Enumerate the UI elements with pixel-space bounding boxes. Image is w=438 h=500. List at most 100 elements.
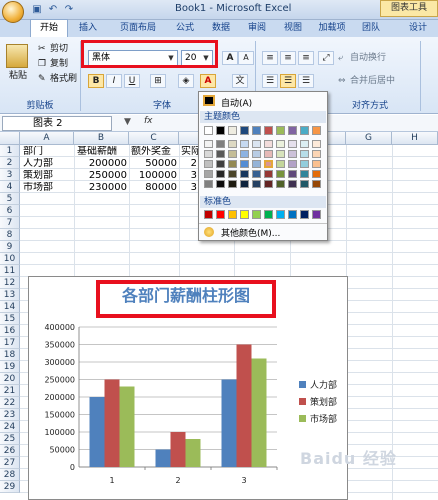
theme-shade-swatch[interactable] [264, 160, 273, 168]
theme-shade-swatch[interactable] [300, 170, 309, 178]
standard-color-swatch[interactable] [300, 210, 309, 219]
tab-formulas[interactable]: 公式 [168, 20, 202, 37]
cut-icon[interactable]: ✂ [38, 43, 46, 56]
tab-page-layout[interactable]: 页面布局 [108, 20, 168, 37]
standard-color-swatch[interactable] [228, 210, 237, 219]
row-header[interactable]: 5 [0, 193, 20, 205]
name-box[interactable]: 图表 2 [2, 116, 112, 131]
theme-color-swatch[interactable] [204, 126, 213, 135]
theme-shade-swatch[interactable] [288, 140, 297, 148]
name-box-dropdown-icon[interactable]: ▼ [124, 117, 131, 127]
theme-shade-swatch[interactable] [252, 170, 261, 178]
theme-color-swatch[interactable] [228, 126, 237, 135]
cell-c4[interactable]: 80000 [129, 182, 179, 194]
cell-c3[interactable]: 100000 [129, 170, 179, 182]
theme-shade-swatch[interactable] [300, 180, 309, 188]
column-header[interactable]: G [346, 132, 392, 145]
theme-shade-swatch[interactable] [312, 140, 321, 148]
row-header[interactable]: 29 [0, 481, 20, 493]
cell-b2[interactable]: 200000 [74, 158, 129, 170]
row-header[interactable]: 16 [0, 325, 20, 337]
standard-color-swatch[interactable] [264, 210, 273, 219]
phonetic-icon[interactable]: 文 [232, 74, 248, 88]
theme-shade-swatch[interactable] [204, 140, 213, 148]
theme-shade-swatch[interactable] [204, 160, 213, 168]
theme-shade-swatch[interactable] [228, 150, 237, 158]
cell-a2[interactable]: 人力部 [23, 158, 73, 170]
cell-b3[interactable]: 250000 [74, 170, 129, 182]
fill-color-icon[interactable]: ◈ [178, 74, 194, 88]
theme-shade-swatch[interactable] [288, 170, 297, 178]
cut-button[interactable]: 剪切 [50, 43, 68, 56]
theme-shade-swatch[interactable] [204, 170, 213, 178]
row-header[interactable]: 23 [0, 409, 20, 421]
theme-shade-swatch[interactable] [264, 150, 273, 158]
orientation-icon[interactable]: ⤢ [318, 51, 334, 65]
font-color-button[interactable]: A [200, 74, 216, 88]
tab-team[interactable]: 团队 [354, 20, 388, 37]
theme-shade-swatch[interactable] [300, 140, 309, 148]
align-right-icon[interactable]: ☰ [298, 74, 314, 88]
standard-color-swatch[interactable] [240, 210, 249, 219]
cell-b1[interactable]: 基础薪酬 [77, 146, 129, 158]
row-header[interactable]: 3 [0, 169, 20, 181]
theme-shade-swatch[interactable] [240, 140, 249, 148]
theme-shade-swatch[interactable] [252, 150, 261, 158]
theme-color-swatch[interactable] [216, 126, 225, 135]
row-header[interactable]: 15 [0, 313, 20, 325]
cell-c2[interactable]: 50000 [129, 158, 179, 170]
theme-shade-swatch[interactable] [228, 140, 237, 148]
row-header[interactable]: 8 [0, 229, 20, 241]
row-header[interactable]: 12 [0, 277, 20, 289]
theme-color-swatch[interactable] [276, 126, 285, 135]
theme-shade-swatch[interactable] [216, 180, 225, 188]
theme-shade-swatch[interactable] [228, 170, 237, 178]
grow-font-button[interactable]: A [222, 51, 238, 65]
cell-c1[interactable]: 额外奖金 [131, 146, 179, 158]
italic-button[interactable]: I [106, 74, 122, 88]
redo-icon[interactable]: ↷ [62, 3, 76, 16]
row-header[interactable]: 6 [0, 205, 20, 217]
bold-button[interactable]: B [88, 74, 104, 88]
row-header[interactable]: 28 [0, 469, 20, 481]
theme-shade-swatch[interactable] [264, 140, 273, 148]
theme-shade-swatch[interactable] [276, 140, 285, 148]
standard-color-swatch[interactable] [288, 210, 297, 219]
align-middle-icon[interactable]: ≡ [280, 51, 296, 65]
row-header[interactable]: 14 [0, 301, 20, 313]
theme-shade-swatch[interactable] [204, 150, 213, 158]
theme-shade-swatch[interactable] [240, 170, 249, 178]
theme-shade-swatch[interactable] [252, 160, 261, 168]
cell-a1[interactable]: 部门 [23, 146, 73, 158]
theme-shade-swatch[interactable] [264, 170, 273, 178]
format-painter-icon[interactable]: ✎ [38, 73, 46, 86]
standard-color-swatch[interactable] [276, 210, 285, 219]
standard-color-swatch[interactable] [204, 210, 213, 219]
paste-button[interactable]: 粘贴 [9, 70, 27, 83]
align-top-icon[interactable]: ≡ [262, 51, 278, 65]
theme-shade-swatch[interactable] [276, 160, 285, 168]
theme-shade-swatch[interactable] [288, 160, 297, 168]
tab-insert[interactable]: 插入 [70, 20, 106, 37]
row-header[interactable]: 10 [0, 253, 20, 265]
row-header[interactable]: 17 [0, 337, 20, 349]
automatic-color-swatch[interactable] [203, 95, 215, 106]
column-header[interactable]: A [20, 132, 74, 145]
theme-shade-swatch[interactable] [204, 180, 213, 188]
row-header[interactable]: 20 [0, 373, 20, 385]
more-colors-option[interactable]: 其他颜色(M)... [221, 226, 280, 239]
underline-button[interactable]: U [124, 74, 140, 88]
row-header[interactable]: 27 [0, 457, 20, 469]
format-painter-button[interactable]: 格式刷 [50, 73, 77, 86]
row-header[interactable]: 21 [0, 385, 20, 397]
shrink-font-button[interactable]: A [238, 51, 254, 65]
theme-color-swatch[interactable] [312, 126, 321, 135]
cell-d3[interactable]: 3 [179, 170, 199, 182]
align-left-icon[interactable]: ☰ [262, 74, 278, 88]
row-header[interactable]: 7 [0, 217, 20, 229]
row-header[interactable]: 24 [0, 421, 20, 433]
standard-color-swatch[interactable] [216, 210, 225, 219]
wrap-text-icon[interactable]: ⤶ [338, 52, 343, 65]
theme-shade-swatch[interactable] [288, 150, 297, 158]
theme-color-swatch[interactable] [240, 126, 249, 135]
